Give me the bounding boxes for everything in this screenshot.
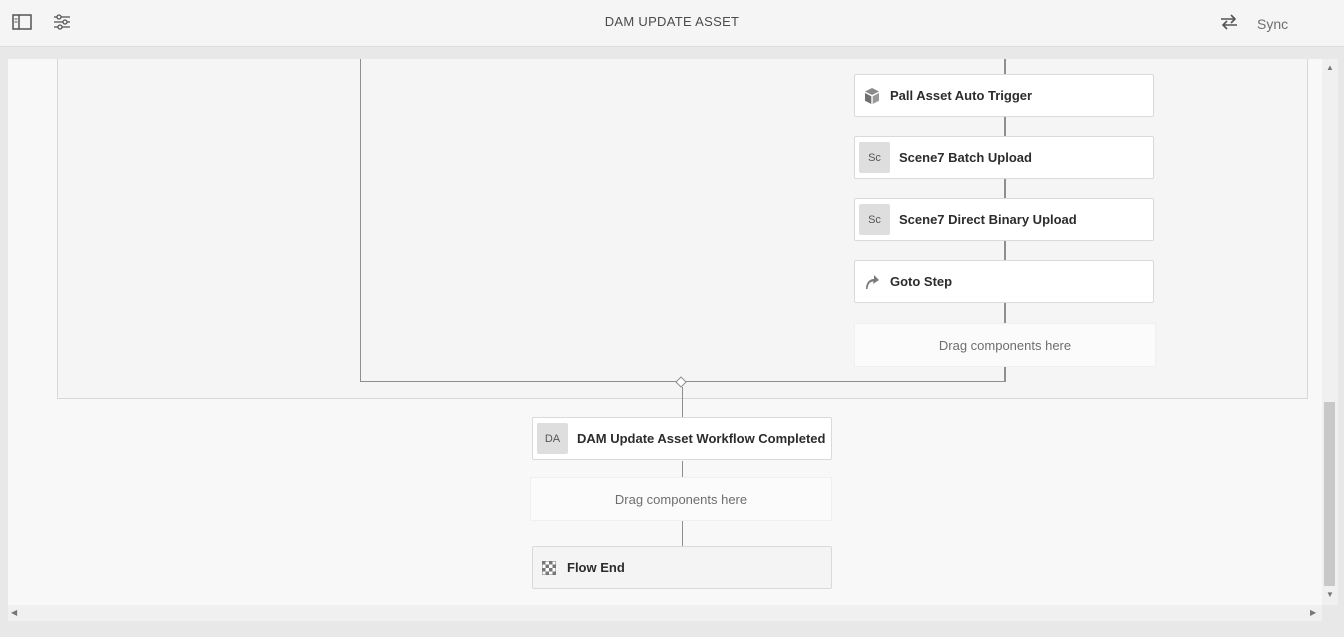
scroll-left-arrow-icon[interactable]: ◀ (11, 609, 17, 617)
step-abbreviation: DA (537, 423, 568, 454)
step-dam-update-asset-workflow-completed[interactable]: DA DAM Update Asset Workflow Completed (532, 417, 832, 460)
scroll-down-arrow-icon[interactable]: ▼ (1326, 591, 1334, 599)
step-scene7-batch-upload[interactable]: Sc Scene7 Batch Upload (854, 136, 1154, 179)
step-label: Goto Step (890, 274, 953, 289)
step-abbreviation: Sc (859, 204, 890, 235)
main-connector-line (682, 461, 683, 477)
horizontal-scrollbar[interactable]: ◀ ▶ (8, 605, 1322, 621)
step-label: Flow End (567, 560, 625, 575)
scroll-up-arrow-icon[interactable]: ▲ (1326, 64, 1334, 72)
checkered-flag-icon (539, 558, 559, 578)
swap-arrows-icon[interactable] (1217, 11, 1241, 33)
step-flow-end[interactable]: Flow End (532, 546, 832, 589)
vertical-scroll-thumb[interactable] (1324, 402, 1335, 586)
scroll-right-arrow-icon[interactable]: ▶ (1310, 609, 1316, 617)
main-connector-line (682, 387, 683, 417)
step-abbreviation: Sc (859, 142, 890, 173)
join-diamond-icon (675, 376, 687, 388)
top-toolbar: DAM UPDATE ASSET Sync (0, 0, 1344, 47)
branch-drop-zone[interactable]: Drag components here (854, 323, 1156, 367)
page-title: DAM UPDATE ASSET (604, 14, 740, 29)
step-goto-step[interactable]: Goto Step (854, 260, 1154, 303)
workflow-canvas: Pall Asset Auto Trigger Sc Scene7 Batch … (8, 59, 1322, 605)
step-scene7-direct-binary-upload[interactable]: Sc Scene7 Direct Binary Upload (854, 198, 1154, 241)
step-label: Scene7 Direct Binary Upload (899, 212, 1077, 227)
sync-button[interactable]: Sync (1257, 16, 1288, 32)
step-label: Pall Asset Auto Trigger (890, 88, 1033, 103)
arrow-up-right-icon (862, 272, 882, 292)
step-pall-asset-auto-trigger[interactable]: Pall Asset Auto Trigger (854, 74, 1154, 117)
main-drop-zone[interactable]: Drag components here (530, 477, 832, 521)
main-connector-line (682, 521, 683, 546)
cube-stack-icon (862, 86, 882, 106)
step-label: DAM Update Asset Workflow Completed (577, 431, 826, 446)
step-label: Scene7 Batch Upload (899, 150, 1032, 165)
vertical-scrollbar[interactable]: ▲ ▼ (1322, 59, 1338, 605)
